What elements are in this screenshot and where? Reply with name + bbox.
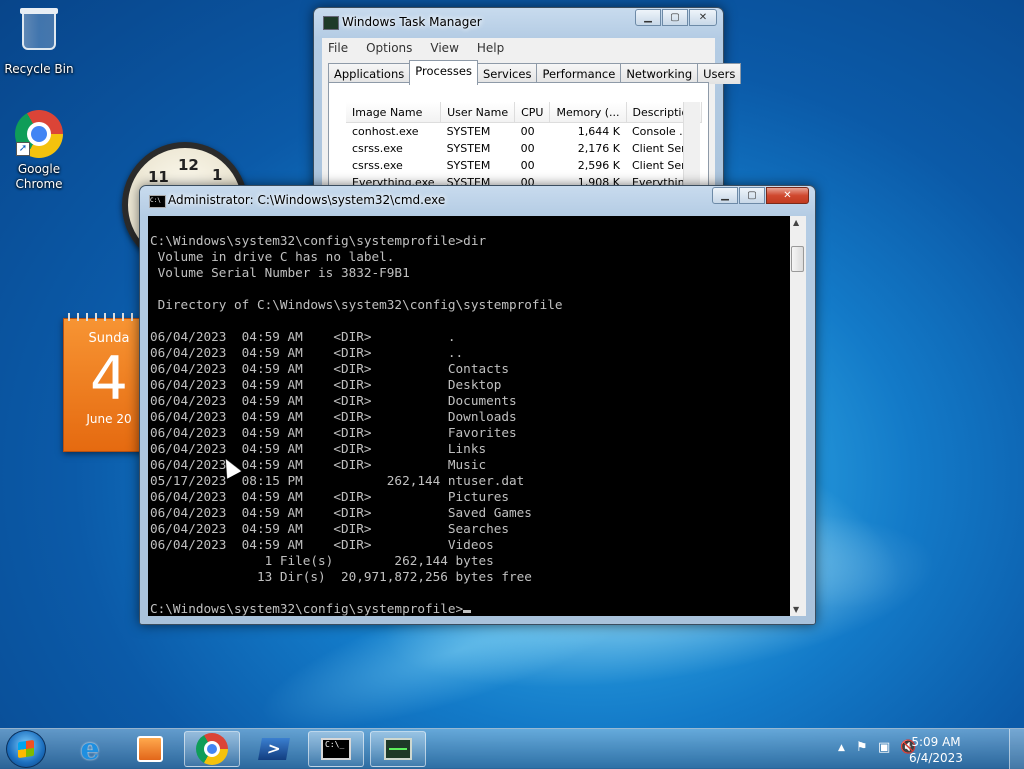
clock-date: 6/4/2023 bbox=[909, 751, 963, 765]
cmd-title: Administrator: C:\Windows\system32\cmd.e… bbox=[168, 193, 446, 207]
maximize-button[interactable]: ▢ bbox=[739, 187, 765, 204]
console-line: 1 File(s) 262,144 bytes bbox=[264, 553, 494, 568]
maximize-button[interactable]: ▢ bbox=[662, 9, 688, 26]
console-line: 06/04/2023 04:59 AM <DIR> Videos bbox=[150, 537, 494, 552]
table-row[interactable]: conhost.exe SYSTEM 00 1,644 K Console ..… bbox=[346, 123, 702, 141]
menu-file[interactable]: File bbox=[328, 38, 348, 58]
task-manager-icon bbox=[384, 738, 412, 760]
taskbar-cmd[interactable]: C:\_ bbox=[308, 731, 364, 767]
console-line: 06/04/2023 04:59 AM <DIR> Documents bbox=[150, 393, 517, 408]
console-line: 06/04/2023 04:59 AM <DIR> Searches bbox=[150, 521, 510, 536]
windows-start-icon bbox=[18, 739, 34, 759]
minimize-button[interactable]: ▁ bbox=[635, 9, 661, 26]
column-header-image-name[interactable]: Image Name bbox=[346, 102, 442, 123]
desktop-icon-google-chrome[interactable]: ➚ Google Chrome bbox=[0, 110, 79, 192]
clock[interactable]: 5:09 AM 6/4/2023 bbox=[906, 734, 966, 766]
internet-explorer-icon: e bbox=[80, 731, 100, 767]
console-line: 06/04/2023 04:59 AM <DIR> Desktop bbox=[150, 377, 502, 392]
menu-view[interactable]: View bbox=[430, 38, 458, 58]
console-prompt: C:\Windows\system32\config\systemprofile… bbox=[150, 601, 464, 616]
tab-networking[interactable]: Networking bbox=[620, 63, 699, 84]
console-line: 13 Dir(s) 20,971,872,256 bytes free bbox=[256, 569, 532, 584]
console-line: 05/17/2023 08:15 PM 262,144 ntuser.dat bbox=[150, 473, 525, 488]
cmd-icon: C:\ bbox=[149, 195, 166, 208]
menu-options[interactable]: Options bbox=[366, 38, 412, 58]
taskbar-media-player[interactable] bbox=[122, 731, 178, 767]
cmd-icon: C:\_ bbox=[321, 738, 351, 760]
table-row[interactable]: csrss.exe SYSTEM 00 2,596 K Client Ser..… bbox=[346, 157, 702, 174]
text-cursor bbox=[463, 610, 472, 613]
console-line: Volume in drive C has no label. bbox=[157, 249, 395, 264]
console-line: 06/04/2023 04:59 AM <DIR> Music bbox=[150, 457, 487, 472]
desktop-icon-label: Google Chrome bbox=[15, 162, 63, 191]
network-icon[interactable]: ▣ bbox=[878, 740, 890, 755]
action-center-flag-icon[interactable]: ⚑ bbox=[856, 740, 868, 755]
console-line: 06/04/2023 04:59 AM <DIR> Links bbox=[150, 441, 487, 456]
desktop-icon-label: Recycle Bin bbox=[4, 62, 74, 76]
taskbar-internet-explorer[interactable]: e bbox=[62, 731, 118, 767]
menu-help[interactable]: Help bbox=[477, 38, 504, 58]
console-line: 06/04/2023 04:59 AM <DIR> Saved Games bbox=[150, 505, 532, 520]
taskbar: e > C:\_ ▲ ⚑ ▣ 🔇 5:09 AM 6/4/2023 bbox=[0, 728, 1024, 769]
tab-processes[interactable]: Processes bbox=[409, 60, 478, 85]
process-table-scrollbar[interactable] bbox=[683, 102, 700, 192]
console-line: 06/04/2023 04:59 AM <DIR> Pictures bbox=[150, 489, 510, 504]
tab-services[interactable]: Services bbox=[476, 63, 538, 84]
taskbar-powershell[interactable]: > bbox=[246, 731, 302, 767]
column-header-user-name[interactable]: User Name bbox=[440, 102, 516, 123]
column-header-memory[interactable]: Memory (... bbox=[549, 102, 627, 123]
media-player-icon bbox=[137, 736, 163, 762]
console-line: Volume Serial Number is 3832-F9B1 bbox=[157, 265, 410, 280]
console-output[interactable]: C:\Windows\system32\config\systemprofile… bbox=[148, 216, 790, 616]
scrollbar-thumb[interactable] bbox=[791, 246, 804, 272]
show-hidden-icons-icon[interactable]: ▲ bbox=[838, 743, 845, 753]
console-line: Directory of C:\Windows\system32\config\… bbox=[157, 297, 563, 312]
task-manager-title: Windows Task Manager bbox=[342, 15, 482, 29]
cmd-window[interactable]: C:\ Administrator: C:\Windows\system32\c… bbox=[139, 185, 816, 625]
console-line: 06/04/2023 04:59 AM <DIR> .. bbox=[150, 345, 464, 360]
desktop-icon-recycle-bin[interactable]: Recycle Bin bbox=[0, 8, 79, 77]
console-scrollbar[interactable]: ▲ ▼ bbox=[790, 216, 806, 616]
column-header-cpu[interactable]: CPU bbox=[514, 102, 551, 123]
console-line: 06/04/2023 04:59 AM <DIR> Favorites bbox=[150, 425, 517, 440]
scroll-down-arrow-icon[interactable]: ▼ bbox=[793, 605, 799, 614]
console-text: C:\Windows\system32\config\systemprofile… bbox=[148, 216, 790, 616]
powershell-icon: > bbox=[258, 738, 290, 760]
taskbar-chrome[interactable] bbox=[184, 731, 240, 767]
clock-time: 5:09 AM bbox=[911, 735, 961, 749]
clock-numeral: 1 bbox=[212, 166, 223, 184]
system-tray: ▲ ⚑ ▣ 🔇 5:09 AM 6/4/2023 bbox=[834, 729, 1024, 769]
task-manager-menubar: File Options View Help bbox=[322, 38, 715, 58]
scroll-up-arrow-icon[interactable]: ▲ bbox=[793, 218, 799, 227]
console-line: 06/04/2023 04:59 AM <DIR> Contacts bbox=[150, 361, 510, 376]
tab-applications[interactable]: Applications bbox=[328, 63, 411, 84]
console-line: 06/04/2023 04:59 AM <DIR> Downloads bbox=[150, 409, 517, 424]
minimize-button[interactable]: ▁ bbox=[712, 187, 738, 204]
show-desktop-button[interactable] bbox=[1009, 729, 1024, 769]
start-button[interactable] bbox=[6, 730, 46, 768]
console-line: 06/04/2023 04:59 AM <DIR> . bbox=[150, 329, 456, 344]
tab-performance[interactable]: Performance bbox=[536, 63, 622, 84]
clock-numeral: 12 bbox=[178, 156, 199, 174]
tab-users[interactable]: Users bbox=[697, 63, 742, 84]
taskbar-task-manager[interactable] bbox=[370, 731, 426, 767]
task-manager-icon bbox=[323, 16, 339, 30]
chrome-icon bbox=[196, 733, 228, 765]
close-button[interactable]: ✕ bbox=[766, 187, 809, 204]
table-row[interactable]: csrss.exe SYSTEM 00 2,176 K Client Ser..… bbox=[346, 140, 702, 157]
cmd-titlebar[interactable]: C:\ Administrator: C:\Windows\system32\c… bbox=[140, 186, 815, 214]
console-line: C:\Windows\system32\config\systemprofile… bbox=[150, 233, 487, 248]
shortcut-arrow-icon: ➚ bbox=[16, 142, 30, 156]
close-button[interactable]: ✕ bbox=[689, 9, 717, 26]
clock-numeral: 11 bbox=[148, 168, 169, 186]
process-table: Image Name User Name CPU Memory (... Des… bbox=[346, 102, 703, 191]
task-manager-titlebar[interactable]: Windows Task Manager ▁ ▢ ✕ bbox=[314, 8, 723, 36]
